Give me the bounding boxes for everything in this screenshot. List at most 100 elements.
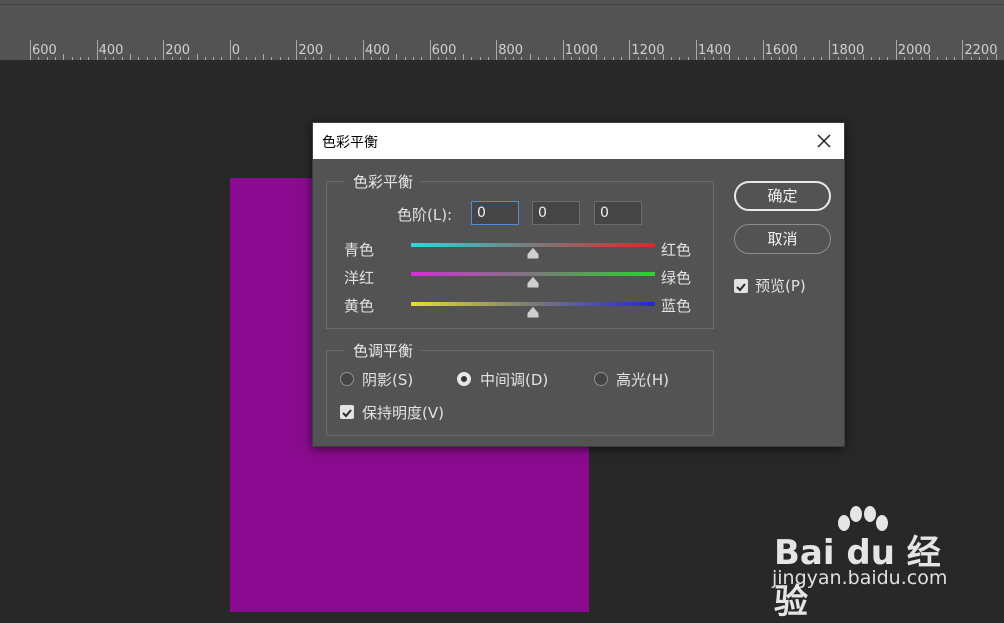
ruler-minor-tick bbox=[712, 57, 714, 60]
ruler-minor-tick bbox=[171, 57, 173, 60]
ruler-minor-tick bbox=[221, 57, 223, 60]
ruler-minor-tick bbox=[204, 57, 206, 60]
dialog-title: 色彩平衡 bbox=[322, 135, 378, 151]
checkmark-icon bbox=[342, 409, 352, 418]
tone-balance-legend: 色调平衡 bbox=[345, 340, 422, 361]
preview-label[interactable]: 预览(P) bbox=[755, 275, 806, 296]
shadows-radio[interactable] bbox=[340, 372, 354, 386]
ruler-minor-tick bbox=[979, 57, 981, 60]
ruler-minor-tick bbox=[63, 54, 65, 60]
ruler-minor-tick bbox=[321, 57, 323, 60]
cancel-button[interactable]: 取消 bbox=[734, 224, 831, 254]
ruler-minor-tick bbox=[71, 57, 73, 60]
ruler-minor-tick bbox=[820, 57, 822, 60]
ruler-minor-tick bbox=[479, 57, 481, 60]
ruler-minor-tick bbox=[79, 57, 81, 60]
ruler-minor-tick bbox=[521, 57, 523, 60]
ruler-minor-tick bbox=[113, 57, 115, 60]
menu-divider bbox=[0, 4, 1004, 5]
ruler-minor-tick bbox=[213, 57, 215, 60]
ruler-minor-tick bbox=[604, 57, 606, 60]
ruler-minor-tick bbox=[271, 57, 273, 60]
ruler-minor-tick bbox=[254, 57, 256, 60]
ruler-minor-tick bbox=[121, 57, 123, 60]
ruler-minor-tick bbox=[987, 57, 989, 60]
ruler-minor-tick bbox=[346, 57, 348, 60]
ruler-minor-tick bbox=[920, 57, 922, 60]
ruler-minor-tick bbox=[812, 57, 814, 60]
ruler-minor-tick bbox=[512, 57, 514, 60]
ruler-minor-tick bbox=[795, 54, 797, 60]
midtones-radio[interactable] bbox=[457, 372, 471, 386]
ruler-minor-tick bbox=[437, 57, 439, 60]
preview-checkbox[interactable] bbox=[734, 279, 748, 293]
ok-button[interactable]: 确定 bbox=[734, 181, 831, 211]
ruler-major-tick bbox=[429, 40, 431, 60]
ruler-minor-tick bbox=[870, 57, 872, 60]
ruler-minor-tick bbox=[246, 57, 248, 60]
preserve-luminosity-label[interactable]: 保持明度(V) bbox=[362, 402, 444, 423]
ruler-minor-tick bbox=[379, 57, 381, 60]
level-input-cyan-red[interactable]: 0 bbox=[471, 201, 519, 225]
ruler-minor-tick bbox=[621, 57, 623, 60]
ruler-label: 2200 bbox=[964, 43, 998, 58]
ruler-minor-tick bbox=[646, 57, 648, 60]
midtones-label[interactable]: 中间调(D) bbox=[480, 369, 548, 390]
slider-label-green: 绿色 bbox=[661, 269, 692, 287]
ruler-minor-tick bbox=[104, 57, 106, 60]
preserve-luminosity-checkbox[interactable] bbox=[340, 405, 354, 419]
ruler-minor-tick bbox=[937, 57, 939, 60]
slider-label-cyan: 青色 bbox=[344, 241, 375, 259]
ruler-minor-tick bbox=[338, 57, 340, 60]
highlights-radio[interactable] bbox=[594, 372, 608, 386]
ruler-minor-tick bbox=[862, 54, 864, 60]
ruler-minor-tick bbox=[288, 57, 290, 60]
cyan-red-slider-thumb[interactable] bbox=[527, 247, 539, 259]
magenta-green-slider-thumb[interactable] bbox=[527, 276, 539, 288]
ruler-minor-tick bbox=[887, 57, 889, 60]
ruler-minor-tick bbox=[54, 57, 56, 60]
level-input-magenta-green[interactable]: 0 bbox=[532, 201, 580, 225]
close-button[interactable] bbox=[810, 127, 838, 155]
ruler-major-tick bbox=[629, 40, 631, 60]
slider-label-magenta: 洋红 bbox=[344, 269, 375, 287]
ruler-minor-tick bbox=[504, 57, 506, 60]
ruler-minor-tick bbox=[446, 57, 448, 60]
ruler-major-tick bbox=[496, 40, 498, 60]
ruler-minor-tick bbox=[804, 57, 806, 60]
ruler-minor-tick bbox=[554, 57, 556, 60]
levels-label: 色阶(L): bbox=[397, 206, 453, 224]
ruler-minor-tick bbox=[912, 57, 914, 60]
ruler-minor-tick bbox=[654, 57, 656, 60]
ruler-minor-tick bbox=[88, 57, 90, 60]
checkmark-icon bbox=[736, 283, 746, 292]
level-input-yellow-blue[interactable]: 0 bbox=[594, 201, 642, 225]
ruler-major-tick bbox=[96, 40, 98, 60]
ruler-major-tick bbox=[562, 40, 564, 60]
ruler-minor-tick bbox=[537, 57, 539, 60]
ruler-label: 400 bbox=[98, 43, 124, 58]
ruler-major-tick bbox=[895, 40, 897, 60]
ruler-label: 400 bbox=[365, 43, 390, 58]
shadows-label[interactable]: 阴影(S) bbox=[362, 369, 413, 390]
ruler-minor-tick bbox=[671, 57, 673, 60]
horizontal-ruler[interactable]: 600 400 200 0 200 400 600 800 1000 1200 1400 1600 18… bbox=[0, 40, 1004, 61]
ruler-minor-tick bbox=[129, 54, 131, 60]
ruler-minor-tick bbox=[729, 54, 731, 60]
ruler-label: 1800 bbox=[831, 43, 865, 58]
ruler-minor-tick bbox=[745, 57, 747, 60]
ruler-minor-tick bbox=[188, 57, 190, 60]
ruler-minor-tick bbox=[387, 57, 389, 60]
application-menu-bar bbox=[0, 0, 1004, 41]
yellow-blue-slider-thumb[interactable] bbox=[527, 306, 539, 318]
ruler-minor-tick bbox=[662, 54, 664, 60]
ruler-minor-tick bbox=[945, 57, 947, 60]
color-balance-dialog: 色彩平衡 色彩平衡 色阶(L): 0 0 0 青色 红色 洋红 绿色 黄色 蓝色… bbox=[312, 122, 845, 447]
highlights-label[interactable]: 高光(H) bbox=[616, 369, 669, 390]
ruler-minor-tick bbox=[845, 57, 847, 60]
ruler-minor-tick bbox=[304, 57, 306, 60]
slider-label-yellow: 黄色 bbox=[344, 297, 375, 315]
ruler-minor-tick bbox=[770, 57, 772, 60]
dialog-title-bar[interactable]: 色彩平衡 bbox=[313, 123, 844, 159]
ruler-minor-tick bbox=[179, 57, 181, 60]
